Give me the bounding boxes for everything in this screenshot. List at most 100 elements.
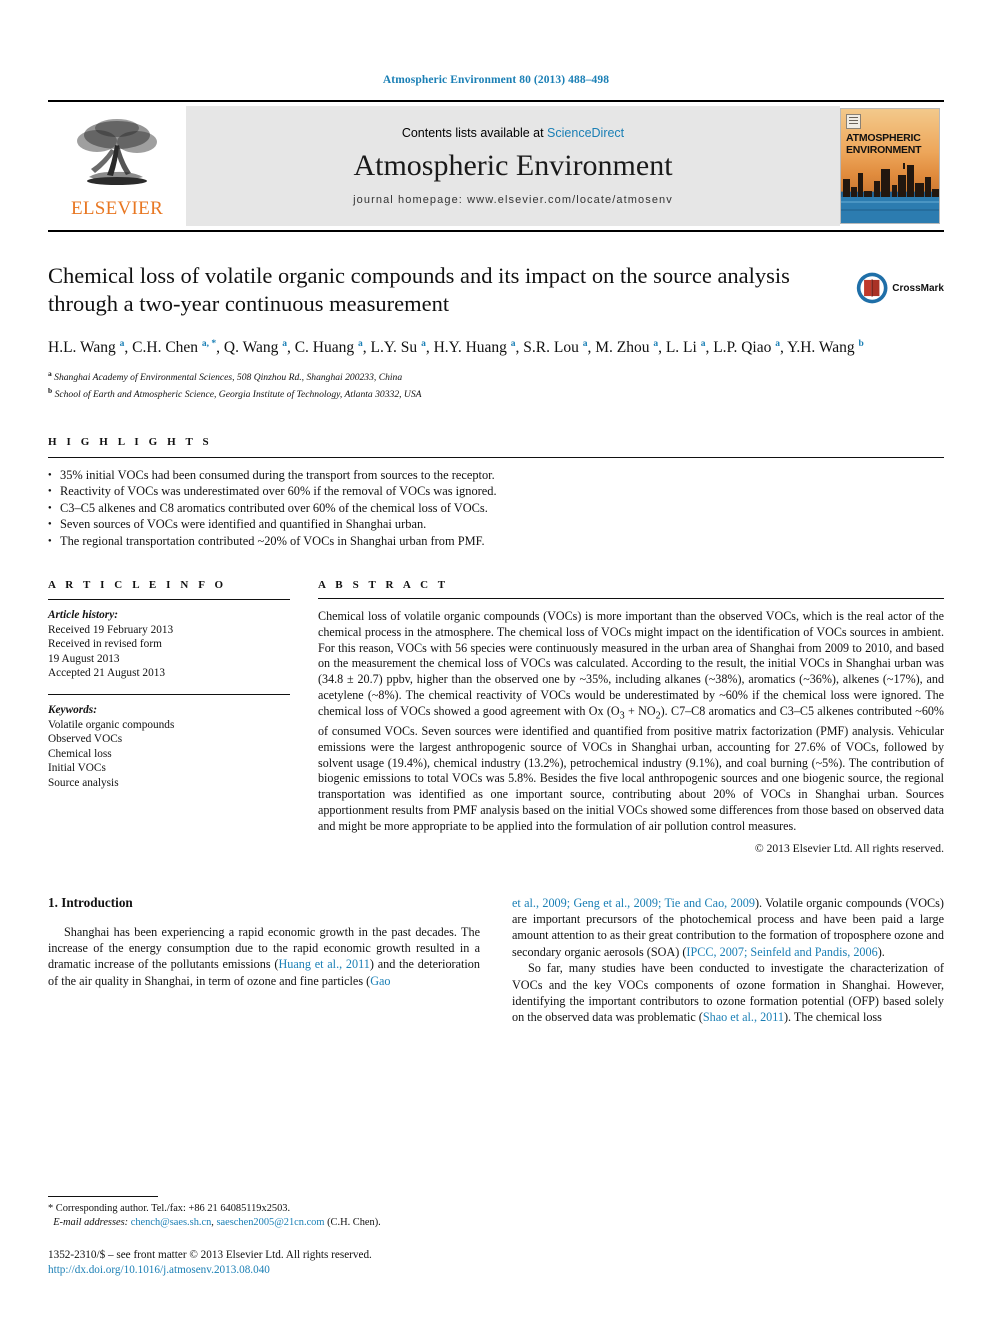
email-link-2[interactable]: saeschen2005@21cn.com [217, 1217, 325, 1228]
doi-link[interactable]: http://dx.doi.org/10.1016/j.atmosenv.201… [48, 1263, 480, 1278]
elsevier-tree-icon [77, 118, 157, 185]
intro-paragraph-right-1: et al., 2009; Geng et al., 2009; Tie and… [512, 895, 944, 961]
author-affiliation-marker: a [119, 339, 125, 349]
author-affiliation-marker: a [421, 339, 426, 349]
footnote-rule [48, 1196, 158, 1197]
article-info-rule [48, 599, 290, 601]
page-title: Chemical loss of volatile organic compou… [48, 263, 790, 316]
water-band [841, 197, 939, 223]
corresponding-author-note: * Corresponding author. Tel./fax: +86 21… [48, 1203, 291, 1214]
elsevier-wordmark: ELSEVIER [70, 197, 164, 219]
cover-badge-icon [846, 114, 861, 129]
article-history-item: Accepted 21 August 2013 [48, 667, 166, 680]
highlight-item: Reactivity of VOCs was underestimated ov… [48, 483, 944, 500]
keyword-item: Initial VOCs [48, 762, 106, 775]
article-info-label: A R T I C L E I N F O [48, 579, 227, 592]
highlight-item: The regional transportation contributed … [48, 533, 944, 550]
citation-ipcc-seinfeld[interactable]: IPCC, 2007; Seinfeld and Pandis, 2006 [686, 945, 877, 959]
author-name: S.R. Lou a [523, 339, 588, 357]
abstract-section: A B S T R A C T Chemical loss of volatil… [318, 579, 944, 855]
email-label: E-mail addresses: [53, 1217, 129, 1228]
intro-text-6: ). The chemical loss [784, 1010, 882, 1025]
body-column-left: 1. Introduction Shanghai has been experi… [48, 895, 480, 1026]
title-block: Chemical loss of volatile organic compou… [48, 262, 944, 318]
author-name: H.Y. Huang a [433, 339, 516, 357]
author-affiliation-marker: a, * [201, 339, 217, 349]
sciencedirect-link[interactable]: ScienceDirect [547, 126, 624, 140]
paper-page: Atmospheric Environment 80 (2013) 488–49… [0, 0, 992, 1323]
body-columns: 1. Introduction Shanghai has been experi… [48, 895, 944, 1026]
article-history-item: Received in revised form [48, 638, 162, 651]
author-affiliation-marker: a [700, 339, 706, 349]
citation-shao-2011[interactable]: Shao et al., 2011 [703, 1010, 784, 1024]
contents-prefix: Contents lists available at [401, 126, 548, 140]
keyword-item: Chemical loss [48, 747, 112, 760]
keywords-lines: Volatile organic compounds Observed VOCs C… [48, 718, 290, 791]
citation-gao[interactable]: Gao [370, 974, 390, 988]
highlight-item: C3–C5 alkenes and C8 aromatics contribut… [48, 500, 944, 517]
email-link-1[interactable]: chench@saes.sh.cn [131, 1217, 212, 1228]
keywords-block: Keywords: Volatile organic compounds Obse… [48, 703, 290, 791]
author-name: L. Li a [665, 339, 706, 357]
affiliation-item: a Shanghai Academy of Environmental Scie… [48, 369, 403, 384]
author-name: C. Huang a [294, 339, 363, 357]
author-name: L.Y. Su a [370, 339, 426, 357]
affiliation-list: a Shanghai Academy of Environmental Scie… [48, 367, 944, 401]
body-column-right: et al., 2009; Geng et al., 2009; Tie and… [512, 895, 944, 1026]
article-info-section: A R T I C L E I N F O Article history: R… [48, 579, 290, 855]
highlight-item: 35% initial VOCs had been consumed durin… [48, 467, 944, 484]
author-affiliation-marker: b [858, 339, 864, 349]
crossmark-icon [856, 272, 888, 304]
article-history: Article history: Received 19 February 20… [48, 608, 290, 681]
imprint-block: 1352-2310/$ – see front matter © 2013 El… [48, 1248, 480, 1277]
section-heading-introduction: 1. Introduction [48, 894, 133, 910]
highlights-list: 35% initial VOCs had been consumed durin… [48, 467, 944, 550]
journal-masthead: ELSEVIER Contents lists available at Sci… [48, 100, 944, 232]
author-affiliation-marker: a [358, 339, 363, 349]
affiliation-item: b School of Earth and Atmospheric Scienc… [48, 386, 422, 401]
keywords-label: Keywords: [48, 704, 97, 716]
intro-paragraph-right-2: So far, many studies have been conducted… [512, 960, 944, 1026]
author-name: C.H. Chen a, * [132, 339, 217, 357]
author-name: H.L. Wang a [48, 339, 125, 357]
journal-homepage[interactable]: journal homepage: www.elsevier.com/locat… [353, 194, 673, 206]
masthead-center: Contents lists available at ScienceDirec… [186, 106, 840, 226]
author-name: Q. Wang a [223, 339, 287, 357]
author-affiliation-marker: a [653, 339, 659, 349]
author-name: L.P. Qiao a [713, 339, 780, 357]
keyword-item: Observed VOCs [48, 733, 123, 746]
keywords-rule [48, 694, 290, 695]
author-affiliation-marker: a [510, 339, 516, 349]
running-head: Atmospheric Environment 80 (2013) 488–49… [382, 74, 610, 86]
footnote-area: * Corresponding author. Tel./fax: +86 21… [48, 1196, 480, 1277]
abstract-label: A B S T R A C T [318, 579, 449, 592]
citation-huang-2011[interactable]: Huang et al., 2011 [278, 957, 369, 971]
author-name: M. Zhou a [595, 339, 659, 357]
email-suffix: (C.H. Chen). [327, 1217, 381, 1228]
highlight-item: Seven sources of VOCs were identified an… [48, 516, 944, 533]
author-affiliation-marker: a [775, 339, 780, 349]
highlights-label: H I G H L I G H T S [48, 435, 213, 448]
elsevier-logo: ELSEVIER [48, 102, 186, 230]
article-history-label: Article history: [48, 609, 118, 622]
keyword-item: Source analysis [48, 776, 119, 789]
highlights-rule [48, 456, 944, 458]
crossmark-label: CrossMark [892, 282, 944, 294]
author-affiliation-marker: a [282, 339, 287, 349]
citation-gao-continued[interactable]: et al., 2009; Geng et al., 2009; Tie and… [512, 896, 755, 910]
intro-paragraph-left: Shanghai has been experiencing a rapid e… [48, 924, 480, 990]
journal-title: Atmospheric Environment [353, 149, 673, 182]
email-note: E-mail addresses: chench@saes.sh.cn, sae… [53, 1217, 381, 1228]
info-abstract-row: A R T I C L E I N F O Article history: R… [48, 579, 944, 855]
journal-cover-thumbnail[interactable]: ATMOSPHERIC ENVIRONMENT [840, 108, 940, 224]
cover-title: ATMOSPHERIC ENVIRONMENT [846, 132, 922, 156]
contents-line: Contents lists available at ScienceDirec… [402, 126, 624, 140]
crossmark-badge[interactable]: CrossMark [856, 264, 944, 312]
article-history-lines: Received 19 February 2013 Received in rev… [48, 623, 290, 681]
author-affiliation-marker: a [582, 339, 588, 349]
abstract-text: Chemical loss of volatile organic compou… [318, 609, 944, 833]
abstract-rule [318, 598, 944, 600]
article-history-item: Received 19 February 2013 [48, 623, 174, 636]
intro-text-4: ). [877, 944, 885, 959]
highlights-section: H I G H L I G H T S 35% initial VOCs had… [48, 435, 944, 550]
